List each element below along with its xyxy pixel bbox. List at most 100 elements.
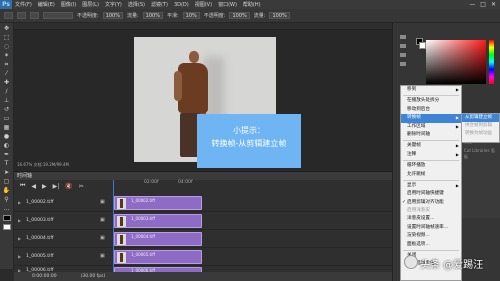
submenu-item[interactable]: 转换为帧动画 — [462, 130, 499, 138]
watermark-text: 头条 @爱踢汪 — [420, 260, 484, 271]
shape-tool-icon[interactable]: ▢ — [3, 179, 11, 185]
context-menu-item[interactable]: 转换帧 ▶ — [401, 114, 461, 123]
minimize-button[interactable]: — — [469, 1, 475, 8]
submenu-item[interactable]: 拼合帧到剪辑 — [462, 122, 499, 130]
tool-preset-picker[interactable] — [4, 12, 13, 19]
blur-tool-icon[interactable]: ● — [3, 134, 11, 140]
hand-tool-icon[interactable]: ✋ — [3, 188, 11, 194]
flow-field[interactable]: 100% — [142, 12, 163, 19]
context-menu-item[interactable]: 循环播放 — [401, 162, 461, 170]
context-menu-item[interactable]: 允许跳帧 — [401, 171, 461, 179]
context-menu-item[interactable]: 启用洋葱皮 — [401, 207, 461, 215]
pen-tool-icon[interactable]: ✒ — [3, 152, 11, 158]
menu-filter[interactable]: 滤镜(T) — [148, 1, 171, 8]
menu-window[interactable]: 窗口(W) — [215, 1, 240, 8]
film-icon[interactable]: ▣ — [100, 253, 105, 259]
context-menu-item[interactable]: 关键帧 ▶ — [401, 142, 461, 150]
eyedropper-icon[interactable]: ⁄ — [3, 71, 11, 77]
menu-item-label: 启用时间轴快捷键 — [407, 191, 444, 197]
context-menu-item[interactable]: 在播放头处拆分 — [401, 97, 461, 105]
opacity2-field[interactable]: 100% — [229, 12, 250, 19]
timeline-layer-row[interactable]: ▶ 1_00005.tiff ▣ 1_00005.tiff — [14, 248, 392, 266]
film-icon[interactable]: ▣ — [100, 235, 105, 241]
context-menu-item[interactable]: 启用剪辑对齐功能 ✓ — [401, 199, 461, 207]
context-menu-item[interactable]: 注释 ▶ — [401, 151, 461, 159]
playhead[interactable] — [113, 180, 114, 280]
video-clip[interactable]: 1_00004.tiff — [114, 232, 202, 246]
film-icon[interactable]: ▣ — [100, 199, 105, 205]
play-icon[interactable]: ▶ — [42, 183, 47, 190]
libraries-panel-icon[interactable] — [400, 62, 406, 66]
expand-triangle-icon[interactable]: ▶ — [18, 254, 21, 259]
menu-file[interactable]: 文件(F) — [12, 1, 35, 8]
more-tools-icon[interactable]: … — [3, 206, 11, 212]
brush-preset-picker[interactable] — [17, 12, 26, 19]
expand-triangle-icon[interactable]: ▶ — [18, 200, 21, 205]
type-tool-icon[interactable]: T — [3, 161, 11, 167]
opacity-field[interactable]: 100% — [102, 12, 123, 19]
lasso-tool-icon[interactable]: ◌ — [3, 44, 11, 50]
background-color-swatch[interactable] — [2, 224, 11, 230]
context-menu-item[interactable]: 工作区域 ▶ — [401, 123, 461, 131]
marquee-tool-icon[interactable]: ⬚ — [3, 35, 11, 41]
split-icon[interactable]: ✂ — [79, 183, 84, 190]
previous-frame-icon[interactable]: ◀ — [31, 183, 36, 190]
gradient-tool-icon[interactable]: ▦ — [3, 125, 11, 131]
close-button[interactable]: ✕ — [491, 1, 496, 8]
smoothing-field[interactable]: 10% — [182, 12, 200, 19]
panel-background-swatch[interactable] — [419, 42, 426, 49]
context-menu-item[interactable]: 面板选项... — [401, 241, 461, 249]
menu-image[interactable]: 图像(I) — [58, 1, 79, 8]
move-tool-icon[interactable]: ✥ — [3, 26, 11, 32]
hue-slider[interactable] — [489, 40, 494, 84]
flow2-field[interactable]: 100% — [269, 12, 290, 19]
menu-type[interactable]: 文字(Y) — [102, 1, 125, 8]
timeline-layer-row[interactable]: ▶ 1_00003.tiff ▣ 1_00003.tiff — [14, 212, 392, 230]
mute-icon[interactable]: 🔇 — [65, 183, 72, 190]
stamp-tool-icon[interactable]: ⊥ — [3, 98, 11, 104]
film-icon[interactable]: ▣ — [100, 217, 105, 223]
menu-3d[interactable]: 3D(D) — [171, 2, 192, 8]
eraser-tool-icon[interactable]: ▭ — [3, 116, 11, 122]
context-menu-item[interactable]: 移到 ▶ — [401, 86, 461, 94]
history-panel-icon[interactable] — [400, 35, 406, 39]
expand-triangle-icon[interactable]: ▶ — [18, 218, 21, 223]
brush-tool-icon[interactable]: ∕ — [3, 89, 11, 95]
menu-help[interactable]: 帮助(H) — [240, 1, 264, 8]
context-menu-item[interactable]: 移动到后台 — [401, 106, 461, 114]
expand-triangle-icon[interactable]: ▶ — [18, 236, 21, 241]
foreground-color-swatch[interactable] — [2, 215, 11, 221]
video-clip[interactable]: 1_00005.tiff — [114, 250, 202, 264]
context-menu-item[interactable]: 显示 ▶ — [401, 182, 461, 190]
color-picker-field[interactable] — [426, 40, 486, 84]
menu-select[interactable]: 选择(S) — [125, 1, 148, 8]
menu-layer[interactable]: 图层(L) — [79, 1, 102, 8]
video-clip[interactable]: 1_00002.tiff — [114, 196, 202, 210]
mode-select[interactable] — [43, 12, 73, 19]
menu-view[interactable]: 视图(V) — [192, 1, 215, 8]
timeline-ruler[interactable]: 02:00f 04:00f — [114, 180, 392, 186]
maximize-button[interactable]: □ — [480, 1, 486, 8]
context-menu-item[interactable]: 设置时间轴帧速率... — [401, 224, 461, 232]
healing-brush-icon[interactable]: ✚ — [3, 80, 11, 86]
context-menu-item[interactable]: 删除时间轴 — [401, 131, 461, 139]
context-menu-item[interactable]: 启用时间轴快捷键 — [401, 190, 461, 198]
dodge-tool-icon[interactable]: ◐ — [3, 143, 11, 149]
context-menu-item[interactable]: 渲染视频... — [401, 232, 461, 240]
path-select-icon[interactable]: ➤ — [3, 170, 11, 176]
video-clip[interactable]: 1_00003.tiff — [114, 214, 202, 228]
first-frame-icon[interactable]: ⏮ — [20, 182, 25, 190]
menu-edit[interactable]: 编辑(E) — [35, 1, 58, 8]
brush-settings-icon[interactable] — [30, 12, 39, 19]
timeline-layer-row[interactable]: ▶ 1_00002.tiff ▣ 1_00002.tiff — [14, 194, 392, 212]
timeline-layer-row[interactable]: ▶ 1_00004.tiff ▣ 1_00004.tiff — [14, 230, 392, 248]
context-menu-item[interactable]: 洋葱皮设置... — [401, 215, 461, 223]
magic-wand-icon[interactable]: ✶ — [3, 53, 11, 59]
submenu-item[interactable]: 从剪辑建立帧 — [462, 114, 499, 122]
history-brush-icon[interactable]: ↺ — [3, 107, 11, 113]
properties-panel-icon[interactable] — [400, 44, 406, 48]
adjustments-panel-icon[interactable] — [400, 53, 406, 57]
zoom-tool-icon[interactable]: ⚲ — [3, 197, 11, 203]
crop-tool-icon[interactable]: ⌗ — [3, 62, 11, 68]
next-frame-icon[interactable]: ▶| — [53, 183, 60, 190]
